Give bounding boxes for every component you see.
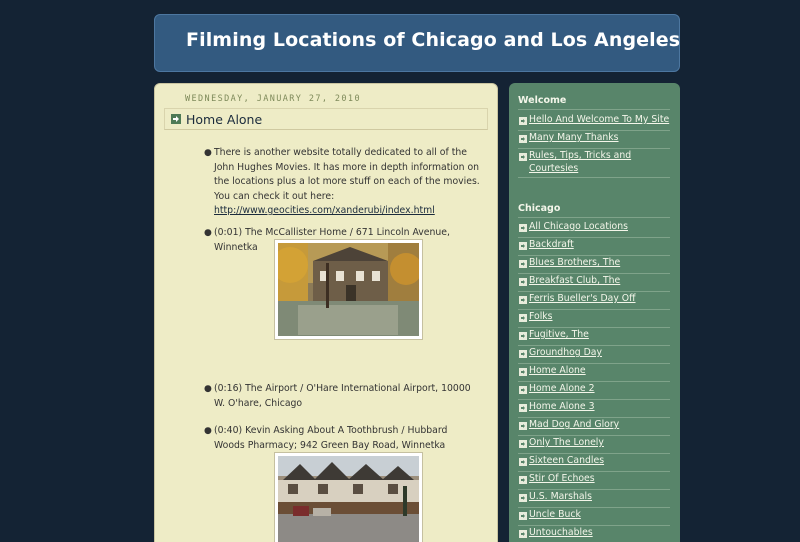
- location-text: (0:16) The Airport / O'Hare Internationa…: [214, 383, 471, 409]
- arrow-right-icon: [171, 114, 181, 124]
- arrow-right-icon: [519, 296, 527, 304]
- sidebar-item: Ferris Bueller's Day Off: [518, 293, 670, 310]
- sidebar-link[interactable]: Breakfast Club, The: [529, 275, 670, 288]
- sidebar-item: U.S. Marshals: [518, 491, 670, 508]
- house-photo[interactable]: [274, 239, 423, 340]
- bullet-icon: ●: [204, 384, 212, 394]
- sidebar-link[interactable]: Many Many Thanks: [529, 132, 670, 145]
- arrow-right-icon: [519, 458, 527, 466]
- pharmacy-photo[interactable]: [274, 452, 423, 542]
- geocities-link[interactable]: http://www.geocities.com/xanderubi/index…: [214, 205, 435, 216]
- list-item: ● There is another website totally dedic…: [204, 146, 480, 219]
- sidebar-item: Fugitive, The: [518, 329, 670, 346]
- sidebar-item: Home Alone 3: [518, 401, 670, 418]
- sidebar: Welcome Hello And Welcome To My Site Man…: [509, 83, 680, 542]
- arrow-right-icon: [519, 117, 527, 125]
- arrow-right-icon: [519, 350, 527, 358]
- sidebar-item: Untouchables: [518, 527, 670, 542]
- arrow-right-icon: [519, 368, 527, 376]
- sidebar-item: Backdraft: [518, 239, 670, 256]
- blog-header: Filming Locations of Chicago and Los Ang…: [154, 14, 680, 72]
- arrow-right-icon: [519, 153, 527, 161]
- sidebar-item: Mad Dog And Glory: [518, 419, 670, 436]
- sidebar-link[interactable]: Folks: [529, 311, 670, 324]
- sidebar-link[interactable]: Blues Brothers, The: [529, 257, 670, 270]
- arrow-right-icon: [519, 476, 527, 484]
- bullet-icon: ●: [204, 426, 212, 436]
- sidebar-item: Home Alone: [518, 365, 670, 382]
- arrow-right-icon: [519, 260, 527, 268]
- blog-title[interactable]: Filming Locations of Chicago and Los Ang…: [186, 29, 680, 51]
- post-date: Wednesday, January 27, 2010: [185, 94, 361, 104]
- sidebar-heading-welcome: Welcome: [518, 95, 670, 110]
- location-text: (0:40) Kevin Asking About A Toothbrush /…: [214, 425, 448, 451]
- arrow-right-icon: [519, 404, 527, 412]
- sidebar-item: Hello And Welcome To My Site: [518, 114, 670, 131]
- sidebar-item: Only The Lonely: [518, 437, 670, 454]
- arrow-right-icon: [519, 242, 527, 250]
- arrow-right-icon: [519, 422, 527, 430]
- sidebar-item: Sixteen Candles: [518, 455, 670, 472]
- sidebar-link[interactable]: Groundhog Day: [529, 347, 670, 360]
- sidebar-link[interactable]: U.S. Marshals: [529, 491, 670, 504]
- arrow-right-icon: [519, 135, 527, 143]
- sidebar-link[interactable]: Only The Lonely: [529, 437, 670, 450]
- sidebar-item: Stir Of Echoes: [518, 473, 670, 490]
- sidebar-link[interactable]: All Chicago Locations: [529, 221, 670, 234]
- arrow-right-icon: [519, 332, 527, 340]
- sidebar-item: Many Many Thanks: [518, 132, 670, 149]
- sidebar-link[interactable]: Home Alone: [529, 365, 670, 378]
- sidebar-link[interactable]: Home Alone 3: [529, 401, 670, 414]
- arrow-right-icon: [519, 440, 527, 448]
- intro-text: There is another website totally dedicat…: [214, 147, 480, 202]
- sidebar-link[interactable]: Uncle Buck: [529, 509, 670, 522]
- sidebar-item: Breakfast Club, The: [518, 275, 670, 292]
- sidebar-link[interactable]: Backdraft: [529, 239, 670, 252]
- arrow-right-icon: [519, 224, 527, 232]
- sidebar-link[interactable]: Hello And Welcome To My Site: [529, 114, 670, 127]
- post-title-bar: Home Alone: [164, 108, 488, 130]
- list-item: ● (0:16) The Airport / O'Hare Internatio…: [204, 382, 480, 411]
- sidebar-item: Rules, Tips, Tricks and Courtesies: [518, 150, 670, 178]
- arrow-right-icon: [519, 386, 527, 394]
- sidebar-link[interactable]: Fugitive, The: [529, 329, 670, 342]
- main-post-column: Wednesday, January 27, 2010 Home Alone ●…: [154, 83, 498, 542]
- sidebar-link[interactable]: Rules, Tips, Tricks and Courtesies: [529, 150, 670, 175]
- sidebar-item: Home Alone 2: [518, 383, 670, 400]
- arrow-right-icon: [519, 512, 527, 520]
- bullet-icon: ●: [204, 148, 212, 158]
- sidebar-item: Uncle Buck: [518, 509, 670, 526]
- list-item: ● (0:40) Kevin Asking About A Toothbrush…: [204, 424, 480, 453]
- sidebar-item: All Chicago Locations: [518, 221, 670, 238]
- arrow-right-icon: [519, 278, 527, 286]
- sidebar-link[interactable]: Home Alone 2: [529, 383, 670, 396]
- arrow-right-icon: [519, 494, 527, 502]
- arrow-right-icon: [519, 314, 527, 322]
- bullet-icon: ●: [204, 228, 212, 238]
- sidebar-item: Groundhog Day: [518, 347, 670, 364]
- sidebar-link[interactable]: Mad Dog And Glory: [529, 419, 670, 432]
- post-title[interactable]: Home Alone: [186, 112, 262, 127]
- sidebar-link[interactable]: Ferris Bueller's Day Off: [529, 293, 670, 306]
- sidebar-link[interactable]: Untouchables: [529, 527, 670, 540]
- sidebar-heading-chicago: Chicago: [518, 203, 670, 218]
- arrow-right-icon: [519, 530, 527, 538]
- sidebar-link[interactable]: Stir Of Echoes: [529, 473, 670, 486]
- sidebar-link[interactable]: Sixteen Candles: [529, 455, 670, 468]
- sidebar-item: Blues Brothers, The: [518, 257, 670, 274]
- sidebar-item: Folks: [518, 311, 670, 328]
